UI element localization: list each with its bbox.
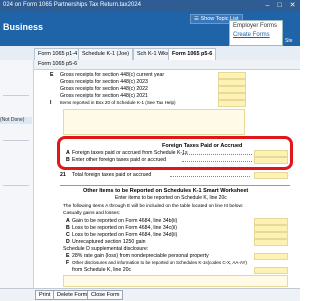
employer-forms-title: Employer Forms	[233, 23, 278, 29]
line-letter: F	[66, 260, 70, 266]
divider	[3, 185, 29, 186]
highlight-box	[57, 136, 293, 170]
line-number: 21	[60, 172, 66, 178]
line-label: Other disclosures and information to be …	[72, 260, 248, 265]
line-label: Gain to be reported on Form 4684, line 3…	[72, 218, 178, 224]
header-right-label: Ste	[285, 38, 293, 44]
line-label: Unrecaptured section 1250 gain	[72, 239, 146, 245]
other-items-title: Other Items to be Reported on Schedules …	[83, 188, 249, 194]
line-label: Gross receipts for section 448(c) 2023	[60, 79, 148, 85]
maximize-icon[interactable]: □	[275, 1, 284, 10]
line-label: Gross receipts for section 448(c) 2022	[60, 86, 148, 92]
other-items-subtitle: Enter items to be reported on Schedule K…	[115, 195, 227, 201]
schedule-d-heading: Schedule D supplemental disclosure:	[63, 246, 149, 252]
line-letter: I	[50, 100, 52, 106]
line-letter: E	[50, 72, 54, 78]
brand-title: Business	[3, 22, 44, 32]
total-foreign-taxes-field[interactable]	[254, 172, 288, 179]
close-icon[interactable]: ✕	[288, 1, 297, 10]
leader-dots	[170, 172, 250, 177]
header-right-strip: Ste	[283, 12, 300, 46]
line-letter: C	[66, 232, 70, 238]
gross-receipts-2023-field[interactable]	[218, 79, 246, 86]
close-form-button[interactable]: Close Form	[87, 290, 124, 300]
divider	[3, 140, 29, 141]
box-20-items-table[interactable]	[63, 109, 245, 135]
title-bar: 024 on Form 1065 Partnerships Tax Return…	[0, 0, 300, 12]
other-items-intro: The following items A through E will be …	[63, 204, 244, 209]
form-header-label: Form 1065 p5-6	[38, 61, 78, 67]
employer-forms-panel: Employer Forms Create Forms	[229, 20, 283, 46]
tab-form-1065-p5-6[interactable]: Form 1065 p5-6	[168, 48, 217, 60]
line-label: Gross receipts for section 448(c) 2021	[60, 93, 148, 99]
line-label: Gross receipts for section 448(c) curren…	[60, 72, 165, 78]
delete-form-button[interactable]: Delete Form	[53, 290, 92, 300]
tab-form-1065-p1-4[interactable]: Form 1065 p1-4	[34, 48, 82, 60]
gross-receipts-2021-field[interactable]	[218, 93, 246, 100]
box-20-items-field[interactable]	[218, 100, 246, 107]
list-item[interactable]: (Not Done)	[0, 117, 32, 124]
line-label: 28% rate gain (loss) from nondepreciable…	[72, 253, 209, 259]
divider	[3, 95, 29, 96]
line-label: Items reported in Box 20 of Schedule K-1…	[60, 100, 176, 105]
gross-receipts-current-field[interactable]	[218, 72, 246, 79]
line-letter: E	[66, 253, 70, 259]
line-label: from Schedule K, line 20c	[72, 267, 132, 273]
rate-gain-28-field[interactable]	[254, 253, 288, 260]
casualty-gain-field[interactable]	[254, 218, 288, 225]
tab-sch-k1-wks[interactable]: Sch K-1 Wks	[133, 48, 173, 60]
other-disclosures-field[interactable]	[254, 267, 288, 274]
line-letter: A	[66, 218, 70, 224]
print-button[interactable]: Print	[35, 290, 55, 300]
casualty-heading: Casualty gains and losses:	[63, 211, 121, 216]
divider	[60, 185, 290, 186]
create-forms-link[interactable]: Create Forms	[233, 32, 270, 38]
line-letter: D	[66, 239, 70, 245]
gross-receipts-2022-field[interactable]	[218, 86, 246, 93]
line-label: Loss to be reported on Form 4684, line 3…	[72, 225, 177, 231]
tab-schedule-k1-joe[interactable]: Schedule K-1 (Joe)	[78, 48, 134, 60]
casualty-loss-34d-field[interactable]	[254, 232, 288, 239]
window-title: 024 on Form 1065 Partnerships Tax Return…	[3, 2, 141, 8]
minimize-icon[interactable]: –	[263, 1, 272, 10]
line-letter: B	[66, 225, 70, 231]
total-foreign-taxes-label: Total foreign taxes paid or accrued	[72, 172, 152, 178]
other-items-table[interactable]	[63, 275, 288, 287]
line-label: Loss to be reported on Form 4684, line 3…	[72, 232, 178, 238]
casualty-loss-34c-field[interactable]	[254, 225, 288, 232]
unrecaptured-1250-field[interactable]	[254, 239, 288, 246]
form-header: Form 1065 p5-6	[34, 60, 300, 70]
